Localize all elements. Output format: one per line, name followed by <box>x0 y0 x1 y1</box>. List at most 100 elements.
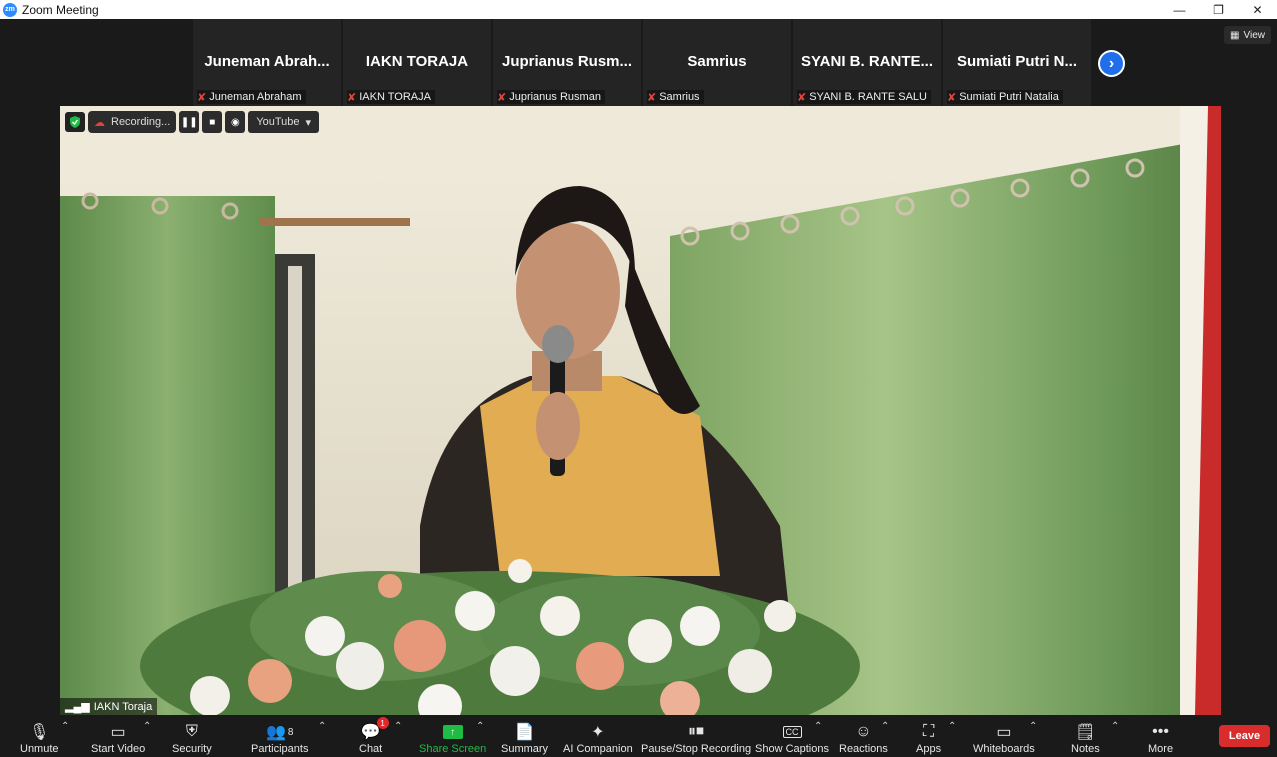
more-button[interactable]: ••• More <box>1148 715 1173 757</box>
chat-button[interactable]: 💬 1 Chat <box>359 715 389 757</box>
notes-button[interactable]: 🗒 Notes <box>1071 715 1100 757</box>
participant-tile[interactable]: Juprianus Rusm... ✘ Juprianus Rusman <box>493 19 641 106</box>
start-video-button[interactable]: ▭ Start Video <box>91 715 145 757</box>
recording-status-label: Recording... <box>111 116 171 128</box>
unmute-button[interactable]: 🎙 Unmute <box>20 715 59 757</box>
chat-icon: 💬 1 <box>361 717 389 743</box>
notes-icon: 🗒 <box>1075 724 1096 741</box>
meeting-toolbar: 🎙 Unmute ⌃ ▭ Start Video ⌃ ⛨ Security 👥 8… <box>0 715 1277 757</box>
pause-stop-icon: ⏸⏹ <box>688 723 705 740</box>
apps-button[interactable]: ⛶ Apps <box>916 715 941 757</box>
stop-icon: ■ <box>209 116 216 128</box>
participant-name-tag: ✘ SYANI B. RANTE SALU <box>797 90 931 104</box>
show-captions-label: Show Captions <box>755 743 829 755</box>
chevron-right-icon: › <box>1108 54 1115 72</box>
pause-icon: ❚❚ <box>180 116 198 128</box>
stop-recording-button[interactable]: ■ <box>202 111 223 133</box>
video-frame-illustration <box>60 106 1221 715</box>
captions-options-caret-icon[interactable]: ⌃ <box>814 721 822 732</box>
participant-name: Juprianus Rusman <box>509 91 601 103</box>
summary-label: Summary <box>501 743 549 755</box>
pause-stop-recording-button[interactable]: ⏸⏹ Pause/Stop Recording <box>641 715 751 757</box>
share-screen-label: Share Screen <box>419 743 487 755</box>
view-button[interactable]: ▦ View <box>1224 26 1271 44</box>
encryption-shield-icon <box>65 112 85 132</box>
mic-off-icon: 🎙 <box>29 724 50 741</box>
active-speaker-video[interactable]: ☁ Recording... ❚❚ ■ ◉ YouTube ▾ ▂▄▆ IAKN… <box>60 106 1221 715</box>
participant-tile[interactable]: SYANI B. RANTE... ✘ SYANI B. RANTE SALU <box>793 19 941 106</box>
live-stream-dropdown[interactable]: YouTube ▾ <box>248 111 320 133</box>
recording-status[interactable]: ☁ Recording... <box>88 111 177 133</box>
video-off-icon: ▭ <box>110 724 126 741</box>
stream-label: YouTube <box>256 116 300 128</box>
participant-name-tag: ✘ Juprianus Rusman <box>497 90 605 104</box>
zoom-logo-icon: zm <box>3 2 17 17</box>
sparkle-icon: ✦ <box>591 724 605 741</box>
cloud-record-icon: ☁ <box>94 116 105 129</box>
participant-name: Samrius <box>659 91 700 103</box>
apps-label: Apps <box>916 743 942 755</box>
minimize-icon[interactable]: — <box>1160 0 1199 19</box>
participant-display-name: SYANI B. RANTE... <box>801 53 933 70</box>
participant-display-name: IAKN TORAJA <box>365 53 469 70</box>
whiteboard-icon: ▭ <box>996 724 1012 741</box>
participant-name: SYANI B. RANTE SALU <box>809 91 927 103</box>
ai-companion-button[interactable]: ✦ AI Companion <box>563 715 633 757</box>
live-stream-button[interactable]: ◉ <box>225 111 246 133</box>
participant-tile[interactable]: Sumiati Putri N... ✘ Sumiati Putri Natali… <box>943 19 1091 106</box>
whiteboards-button[interactable]: ▭ Whiteboards <box>973 715 1035 757</box>
restore-icon[interactable]: ❐ <box>1199 0 1238 19</box>
meeting-stage: ▦ View Juneman Abrah... ✘ Juneman Abraham… <box>0 19 1277 715</box>
participants-count: 8 <box>287 726 294 738</box>
unmute-options-caret-icon[interactable]: ⌃ <box>61 721 69 732</box>
whiteboards-options-caret-icon[interactable]: ⌃ <box>1029 721 1037 732</box>
whiteboards-label: Whiteboards <box>973 743 1035 755</box>
speaker-name: IAKN Toraja <box>93 700 153 713</box>
summary-icon: 📄 <box>514 724 535 741</box>
pause-recording-button[interactable]: ❚❚ <box>179 111 200 133</box>
participants-options-caret-icon[interactable]: ⌃ <box>318 721 326 732</box>
window-title: Zoom Meeting <box>22 2 99 17</box>
start-video-label: Start Video <box>91 743 146 755</box>
participant-name: Sumiati Putri Natalia <box>959 91 1059 103</box>
emoji-add-icon: ☺ <box>855 723 872 740</box>
pause-stop-recording-label: Pause/Stop Recording <box>641 743 752 755</box>
participants-button[interactable]: 👥 8 Participants <box>251 715 308 757</box>
notes-options-caret-icon[interactable]: ⌃ <box>1111 721 1119 732</box>
participant-display-name: Juneman Abrah... <box>204 53 330 70</box>
signal-bars-icon: ▂▄▆ <box>65 701 90 713</box>
speaker-name-tag: ▂▄▆ IAKN Toraja <box>60 698 158 715</box>
mic-muted-icon: ✘ <box>647 91 657 104</box>
participant-name-tag: ✘ Samrius <box>647 90 704 104</box>
ai-companion-label: AI Companion <box>563 743 633 755</box>
close-icon[interactable]: ✕ <box>1238 0 1277 19</box>
share-screen-icon: ↑ <box>442 725 463 739</box>
apps-options-caret-icon[interactable]: ⌃ <box>948 721 956 732</box>
security-button[interactable]: ⛨ Security <box>172 715 212 757</box>
share-options-caret-icon[interactable]: ⌃ <box>476 721 484 732</box>
security-label: Security <box>172 743 212 755</box>
reactions-options-caret-icon[interactable]: ⌃ <box>881 721 889 732</box>
participant-tile[interactable]: IAKN TORAJA ✘ IAKN TORAJA <box>343 19 491 106</box>
next-page-button[interactable]: › <box>1098 50 1125 77</box>
participant-tile[interactable]: Samrius ✘ Samrius <box>643 19 791 106</box>
cc-icon: CC <box>782 721 802 743</box>
more-dots-icon: ••• <box>1152 723 1169 740</box>
participant-display-name: Sumiati Putri N... <box>956 53 1077 70</box>
grid-icon: ▦ <box>1230 29 1240 41</box>
participant-name-tag: ✘ Juneman Abraham <box>197 90 306 104</box>
chat-label: Chat <box>359 743 383 755</box>
shield-icon: ⛨ <box>185 723 198 740</box>
mic-muted-icon: ✘ <box>497 91 507 104</box>
participant-tile[interactable]: Juneman Abrah... ✘ Juneman Abraham <box>193 19 341 106</box>
summary-button[interactable]: 📄 Summary <box>501 715 548 757</box>
video-options-caret-icon[interactable]: ⌃ <box>143 721 151 732</box>
recording-bar: ☁ Recording... ❚❚ ■ ◉ YouTube ▾ <box>65 111 320 133</box>
caret-down-icon: ▾ <box>305 116 312 129</box>
chat-options-caret-icon[interactable]: ⌃ <box>394 721 402 732</box>
participant-name-tag: ✘ Sumiati Putri Natalia <box>947 90 1063 104</box>
notes-label: Notes <box>1071 743 1100 755</box>
mic-muted-icon: ✘ <box>347 91 357 104</box>
view-label: View <box>1243 29 1266 41</box>
leave-button[interactable]: Leave <box>1219 725 1270 747</box>
